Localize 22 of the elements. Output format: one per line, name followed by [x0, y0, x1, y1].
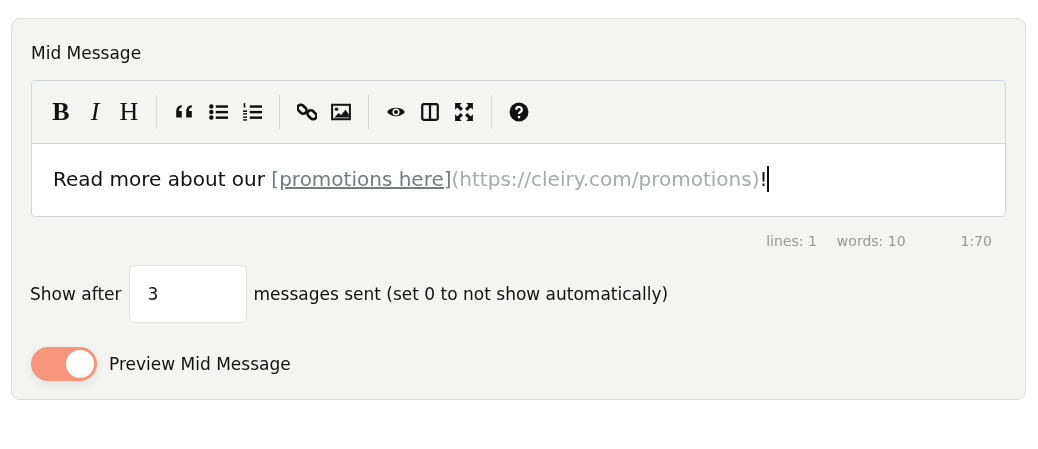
fullscreen-icon	[454, 102, 474, 122]
numbered-list-icon	[242, 102, 262, 122]
bold-button[interactable]: B	[44, 95, 78, 129]
heading-button[interactable]: H	[112, 95, 146, 129]
editor-text: Read more about our [promotions here](https://cleiry.com/promotions)!	[53, 167, 768, 191]
field-hint: messages sent (set 0 to not show automatically)	[253, 284, 669, 304]
columns-icon	[420, 102, 440, 122]
cursor-position: 1:70	[960, 233, 992, 249]
help-icon	[509, 102, 529, 122]
italic-button[interactable]: I	[78, 95, 112, 129]
link-icon	[297, 102, 317, 122]
field-label: Show after	[30, 284, 122, 304]
preview-toggle[interactable]	[31, 347, 97, 381]
bullet-list-icon	[208, 102, 228, 122]
image-icon	[331, 102, 351, 122]
section-title: Mid Message	[31, 43, 142, 63]
editor-text-area[interactable]: Read more about our [promotions here](https://cleiry.com/promotions)!	[32, 144, 1005, 216]
toggle-label: Preview Mid Message	[109, 354, 291, 374]
line-count: lines: 1	[766, 233, 817, 249]
word-count: words: 10	[836, 233, 906, 249]
text-cursor	[767, 166, 769, 192]
message-count-field[interactable]: 3	[128, 265, 247, 323]
